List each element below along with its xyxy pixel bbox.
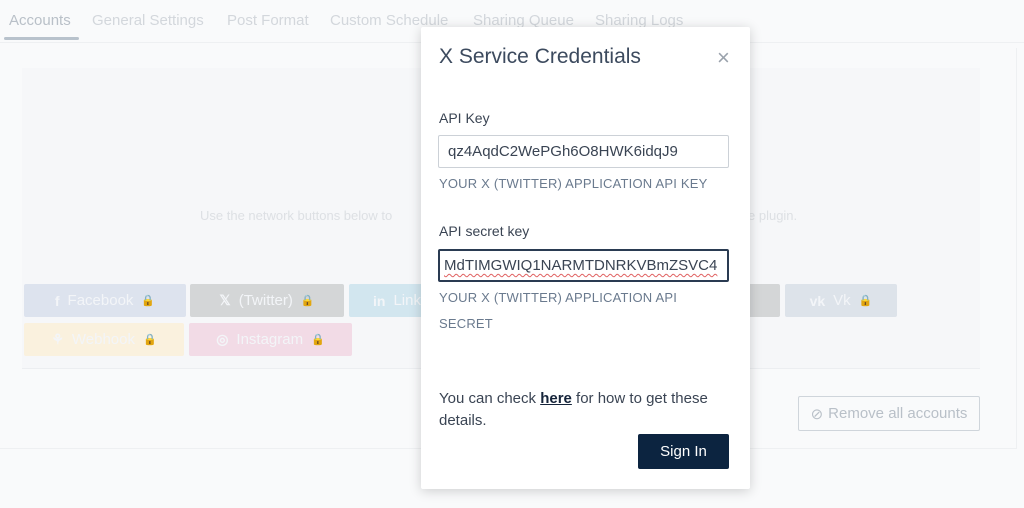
instagram-icon: ◎ (216, 331, 229, 347)
help-info-text: You can check here for how to get these … (439, 390, 708, 429)
tab-general-settings[interactable]: General Settings (92, 12, 204, 29)
api-key-input[interactable]: qz4AqdC2WePGh6O8HWK6idqJ9 (438, 135, 729, 168)
api-secret-help: YOUR X (TWITTER) APPLICATION API SECRET (439, 290, 678, 331)
webhook-icon: ⚘ (51, 331, 64, 347)
credentials-modal: X Service Credentials × API Key qz4AqdC2… (421, 27, 750, 489)
lock-icon: 🔒 (142, 334, 157, 346)
vk-icon: vk (809, 292, 826, 309)
lock-icon: 🔒 (858, 295, 873, 307)
modal-title: X Service Credentials (439, 45, 641, 68)
vk-button[interactable]: vk Vk 🔒 (785, 284, 897, 317)
twitter-button[interactable]: 𝕏 (Twitter) 🔒 (190, 284, 344, 317)
linkedin-icon: in (373, 292, 386, 309)
facebook-button[interactable]: f Facebook 🔒 (24, 284, 186, 317)
linkedin-label: Link (393, 292, 421, 309)
webhook-button[interactable]: ⚘ Webhook 🔒 (24, 323, 184, 356)
instagram-label: Instagram (236, 331, 304, 348)
x-icon: 𝕏 (219, 292, 231, 308)
lock-icon: 🔒 (300, 295, 315, 307)
vk-label: Vk (833, 292, 851, 309)
api-key-help: YOUR X (TWITTER) APPLICATION API KEY (439, 176, 708, 191)
tab-post-format[interactable]: Post Format (227, 12, 309, 29)
api-key-label: API Key (439, 110, 490, 126)
lock-icon: 🔒 (141, 295, 156, 307)
close-icon[interactable]: × (717, 45, 730, 71)
tab-accounts[interactable]: Accounts (9, 12, 71, 29)
api-secret-label: API secret key (439, 223, 530, 239)
sign-in-button[interactable]: Sign In (638, 434, 729, 469)
twitter-label: (Twitter) (238, 292, 293, 309)
lock-icon: 🔒 (311, 334, 325, 346)
facebook-icon: f (54, 292, 60, 309)
facebook-label: Facebook (67, 292, 134, 309)
here-link[interactable]: here (540, 390, 572, 407)
remove-all-accounts-button[interactable]: ⊘ Remove all accounts (798, 396, 980, 431)
api-secret-input[interactable]: MdTIMGWIQ1NARMTDNRKVBmZSVC4 (438, 249, 729, 282)
instagram-button[interactable]: ◎ Instagram 🔒 (189, 323, 352, 356)
webhook-label: Webhook (71, 331, 135, 348)
active-tab-indicator (4, 37, 79, 40)
ban-icon: ⊘ (810, 405, 824, 423)
remove-all-label: Remove all accounts (828, 405, 968, 422)
